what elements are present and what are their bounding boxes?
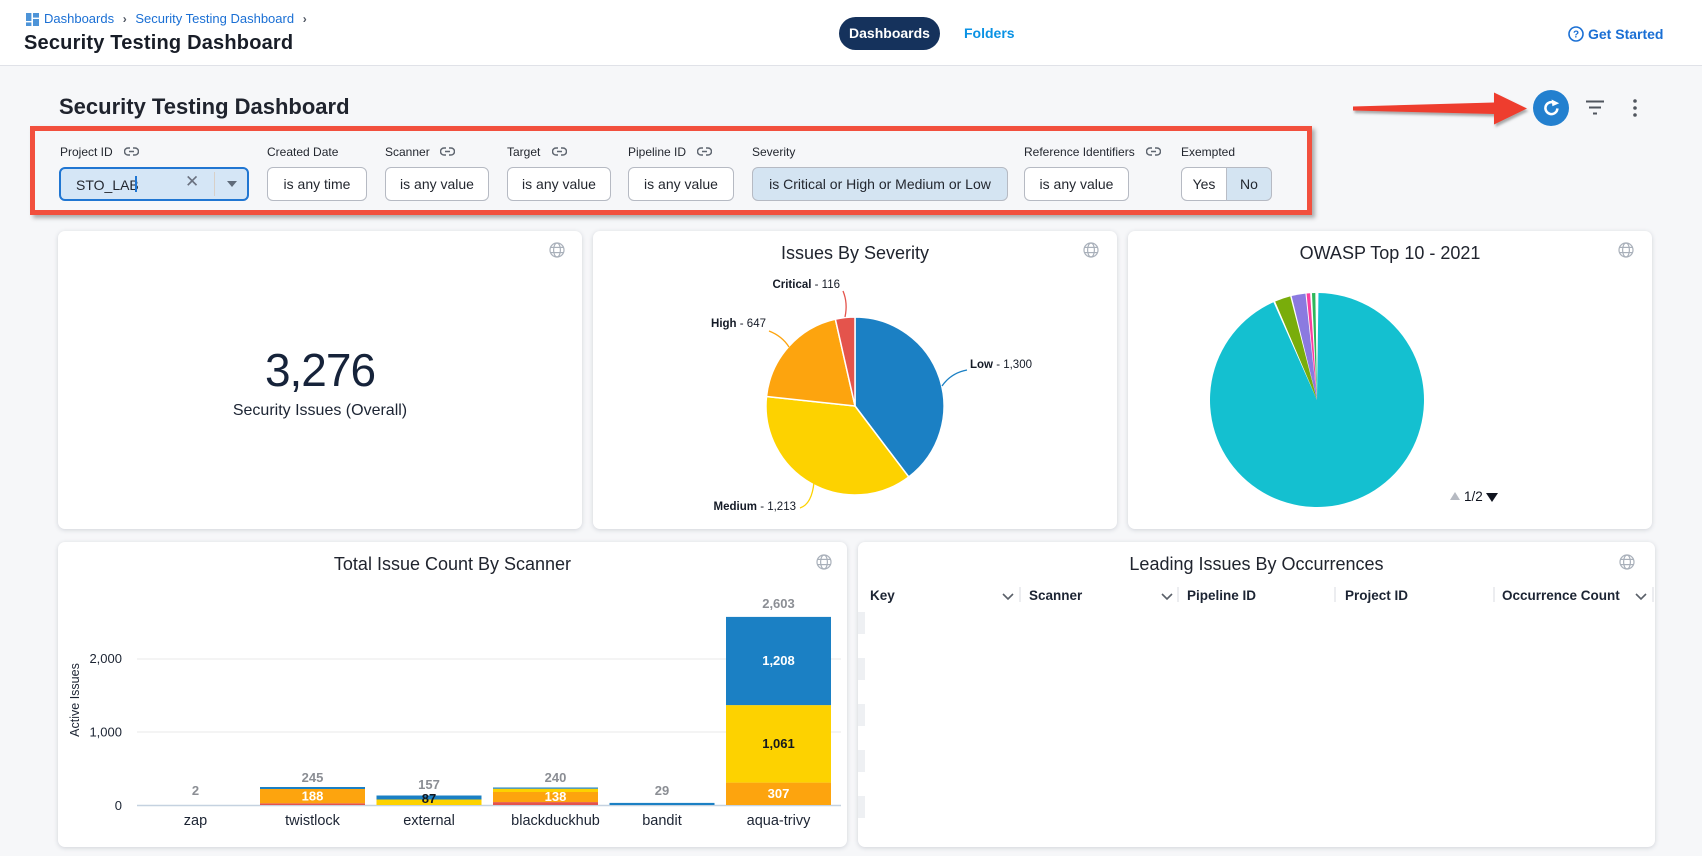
svg-text:0: 0 (115, 798, 122, 813)
svg-text:1/2: 1/2 (1464, 489, 1483, 504)
svg-text:Key: Key (870, 588, 895, 603)
svg-text:Critical - 116: Critical - 116 (772, 279, 840, 291)
svg-text:87: 87 (422, 791, 436, 806)
svg-text:1,208: 1,208 (762, 653, 795, 668)
svg-text:2,000: 2,000 (89, 651, 122, 666)
svg-text:Project ID: Project ID (1345, 588, 1408, 603)
svg-text:188: 188 (302, 789, 324, 804)
svg-text:Active Issues: Active Issues (68, 663, 82, 737)
svg-text:2: 2 (192, 783, 199, 798)
svg-text:2,603: 2,603 (762, 596, 795, 611)
svg-text:?: ? (1573, 30, 1579, 41)
svg-text:1,061: 1,061 (762, 736, 795, 751)
svg-text:307: 307 (768, 786, 790, 801)
svg-text:blackduckhub: blackduckhub (511, 813, 600, 829)
svg-text:Low - 1,300: Low - 1,300 (970, 359, 1032, 371)
svg-text:twistlock: twistlock (285, 813, 341, 829)
svg-text:aqua-trivy: aqua-trivy (747, 813, 811, 829)
svg-text:138: 138 (545, 789, 567, 804)
svg-text:Pipeline ID: Pipeline ID (1187, 588, 1256, 603)
svg-text:High - 647: High - 647 (711, 318, 766, 330)
svg-text:external: external (403, 813, 455, 829)
svg-text:240: 240 (545, 770, 567, 785)
svg-text:Scanner: Scanner (1029, 588, 1083, 603)
svg-text:157: 157 (418, 777, 440, 792)
svg-text:Medium - 1,213: Medium - 1,213 (714, 501, 796, 513)
svg-text:zap: zap (184, 813, 207, 829)
svg-text:245: 245 (302, 770, 324, 785)
svg-text:1,000: 1,000 (89, 725, 122, 740)
svg-text:29: 29 (655, 783, 669, 798)
svg-text:bandit: bandit (642, 813, 682, 829)
svg-text:Occurrence Count: Occurrence Count (1502, 588, 1620, 603)
